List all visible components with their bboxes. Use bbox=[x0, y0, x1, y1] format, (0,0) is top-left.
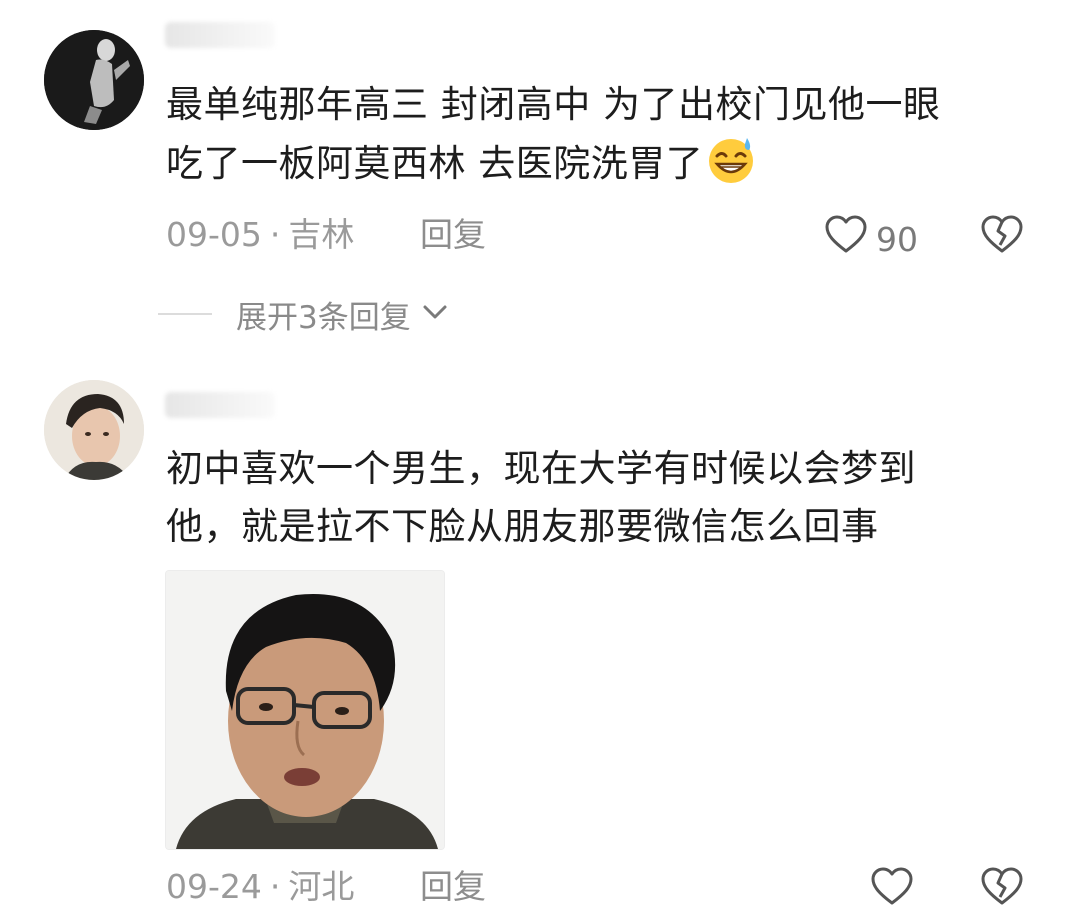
divider bbox=[158, 313, 212, 315]
avatar[interactable] bbox=[44, 30, 144, 130]
broken-heart-icon bbox=[980, 215, 1024, 262]
heart-outline-icon bbox=[870, 866, 914, 918]
comment-meta: 09-05 · 吉林 回复 90 bbox=[166, 212, 1046, 259]
chevron-down-icon bbox=[421, 302, 449, 326]
comment-text-span: 吃了一板阿莫西林 去医院洗胃了 bbox=[166, 142, 704, 185]
comment-location: 吉林 bbox=[288, 215, 355, 254]
comment-date: 09-05 bbox=[166, 215, 262, 254]
expand-replies-label: 展开3条回复 bbox=[236, 299, 411, 336]
avatar[interactable] bbox=[44, 380, 144, 480]
like-button[interactable] bbox=[870, 866, 914, 918]
like-button[interactable]: 90 bbox=[824, 214, 918, 266]
expand-replies-button[interactable]: 展开3条回复 bbox=[158, 292, 449, 336]
comment-text-line: 他，就是拉不下脸从朋友那要微信怎么回事 bbox=[166, 505, 879, 548]
reply-button[interactable]: 回复 bbox=[420, 864, 486, 910]
reply-button[interactable]: 回复 bbox=[420, 212, 486, 258]
dislike-button[interactable] bbox=[980, 866, 1024, 918]
comment-date: 09-24 bbox=[166, 867, 262, 906]
like-count: 90 bbox=[876, 220, 918, 259]
comment-location: 河北 bbox=[288, 867, 355, 906]
username[interactable] bbox=[165, 22, 275, 48]
dislike-button[interactable] bbox=[980, 214, 1024, 266]
separator: · bbox=[269, 867, 281, 906]
comment-text: 最单纯那年高三 封闭高中 为了出校门见他一眼 吃了一板阿莫西林 去医院洗胃了 bbox=[166, 76, 1026, 203]
comment-text-line: 初中喜欢一个男生，现在大学有时候以会梦到 bbox=[166, 447, 916, 490]
comment-text-line: 吃了一板阿莫西林 去医院洗胃了 bbox=[166, 134, 1026, 203]
comment-text: 初中喜欢一个男生，现在大学有时候以会梦到 他，就是拉不下脸从朋友那要微信怎么回事 bbox=[166, 440, 1026, 556]
heart-outline-icon bbox=[824, 214, 868, 266]
username[interactable] bbox=[165, 392, 275, 418]
grinning-sweat-emoji bbox=[705, 134, 757, 203]
broken-heart-icon bbox=[980, 867, 1024, 914]
comment-meta: 09-24 · 河北 回复 bbox=[166, 864, 1046, 910]
comment-image[interactable] bbox=[165, 570, 445, 850]
separator: · bbox=[269, 215, 281, 254]
comment-text-line: 最单纯那年高三 封闭高中 为了出校门见他一眼 bbox=[166, 83, 941, 126]
